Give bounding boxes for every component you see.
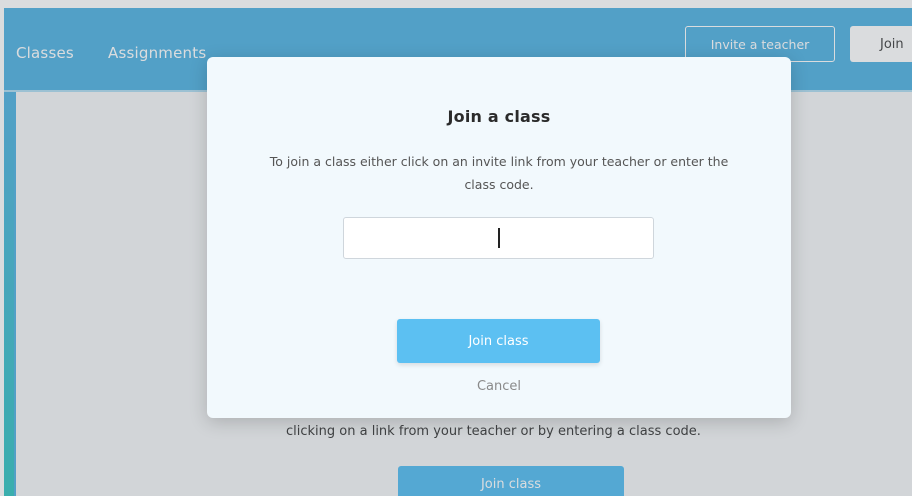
modal-title: Join a class: [447, 107, 551, 126]
cancel-button[interactable]: Cancel: [449, 375, 549, 397]
modal-description: To join a class either click on an invit…: [269, 154, 729, 192]
text-cursor: [498, 228, 500, 248]
screen: Classes Assignments Invite a teacher Joi…: [0, 0, 912, 496]
join-class-button[interactable]: Join class: [397, 319, 600, 363]
join-class-modal: Join a class To join a class either clic…: [207, 57, 791, 418]
